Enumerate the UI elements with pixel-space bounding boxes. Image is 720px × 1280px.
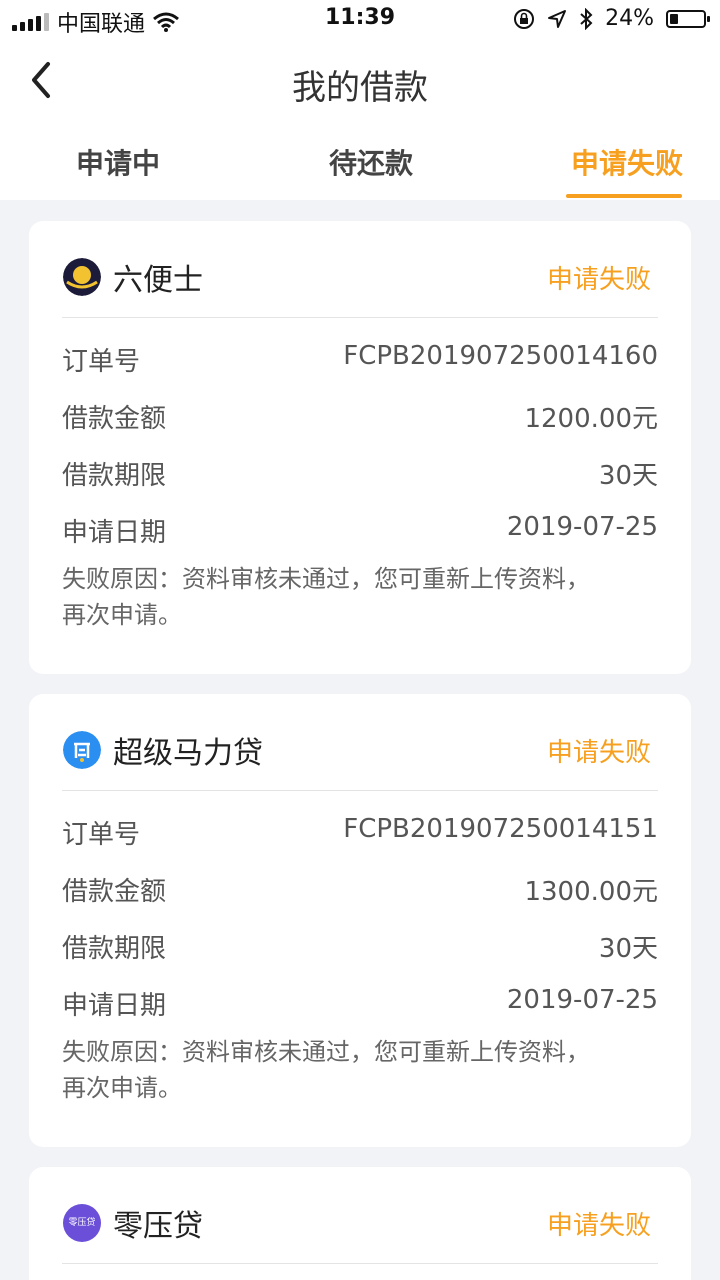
status-right: 24% <box>513 6 710 31</box>
status-bar: 中国联通 11:39 24% <box>0 0 720 40</box>
tab-pending-repayment[interactable]: 待还款 <box>329 142 413 182</box>
lender-name: 零压贷 <box>113 1209 203 1244</box>
page-title: 我的借款 <box>292 68 428 108</box>
location-icon <box>548 9 567 28</box>
amount-label: 借款金额 <box>62 877 167 907</box>
order-number-row: 订单号 FCPB201907250014160 <box>62 341 658 381</box>
term-row: 借款期限 30天 <box>62 928 658 968</box>
tab-failed[interactable]: 申请失败 <box>571 142 683 182</box>
lender-name: 六便士 <box>113 263 203 298</box>
amount-row: 借款金额 1300.00元 <box>62 871 658 911</box>
lender-logo-icon: 零压贷 <box>63 1204 101 1242</box>
term-value: 30天 <box>598 934 658 964</box>
date-label: 申请日期 <box>62 991 167 1021</box>
lender-logo-icon <box>63 731 101 769</box>
date-row: 申请日期 2019-07-25 <box>62 512 658 552</box>
status-badge: 申请失败 <box>546 738 651 768</box>
battery-icon <box>666 9 710 28</box>
term-value: 30天 <box>598 461 658 491</box>
tab-active-indicator <box>566 194 682 198</box>
lender-logo-text: 零压贷 <box>68 1218 96 1228</box>
date-row: 申请日期 2019-07-25 <box>62 985 658 1025</box>
status-badge: 申请失败 <box>546 265 651 295</box>
term-row: 借款期限 30天 <box>62 455 658 495</box>
loan-card[interactable]: 零压贷 零压贷 申请失败 <box>29 1167 691 1280</box>
tab-bar: 申请中 待还款 申请失败 <box>0 128 720 200</box>
card-header: 六便士 申请失败 <box>29 221 691 317</box>
order-number-label: 订单号 <box>62 347 141 377</box>
card-header: 零压贷 零压贷 申请失败 <box>29 1167 691 1263</box>
amount-value: 1200.00元 <box>524 404 658 434</box>
rotation-lock-icon <box>514 8 535 29</box>
battery-percent: 24% <box>605 6 654 31</box>
term-label: 借款期限 <box>62 934 167 964</box>
lender-name: 超级马力贷 <box>113 736 263 771</box>
order-number-value: FCPB201907250014160 <box>343 341 658 371</box>
amount-value: 1300.00元 <box>524 877 658 907</box>
amount-label: 借款金额 <box>62 404 167 434</box>
failure-reason: 失败原因：资料审核未通过，您可重新上传资料，再次申请。 <box>62 1038 590 1102</box>
card-header: 超级马力贷 申请失败 <box>29 694 691 790</box>
divider <box>62 1263 658 1264</box>
divider <box>62 317 658 318</box>
date-value: 2019-07-25 <box>506 985 658 1015</box>
battery-fill <box>670 13 678 24</box>
order-number-row: 订单号 FCPB201907250014151 <box>62 814 658 854</box>
date-value: 2019-07-25 <box>506 512 658 542</box>
loan-card[interactable]: 超级马力贷 申请失败 订单号 FCPB201907250014151 借款金额 … <box>29 694 691 1147</box>
amount-row: 借款金额 1200.00元 <box>62 398 658 438</box>
divider <box>62 790 658 791</box>
date-label: 申请日期 <box>62 518 167 548</box>
failure-reason: 失败原因：资料审核未通过，您可重新上传资料，再次申请。 <box>62 565 590 629</box>
order-number-value: FCPB201907250014151 <box>343 814 658 844</box>
order-number-label: 订单号 <box>62 820 141 850</box>
term-label: 借款期限 <box>62 461 167 491</box>
bluetooth-icon <box>580 7 593 30</box>
lender-logo-icon <box>63 258 101 296</box>
navigation-bar: 我的借款 <box>0 40 720 120</box>
status-badge: 申请失败 <box>546 1211 651 1241</box>
tab-applying[interactable]: 申请中 <box>76 142 160 182</box>
loan-card[interactable]: 六便士 申请失败 订单号 FCPB201907250014160 借款金额 12… <box>29 221 691 674</box>
